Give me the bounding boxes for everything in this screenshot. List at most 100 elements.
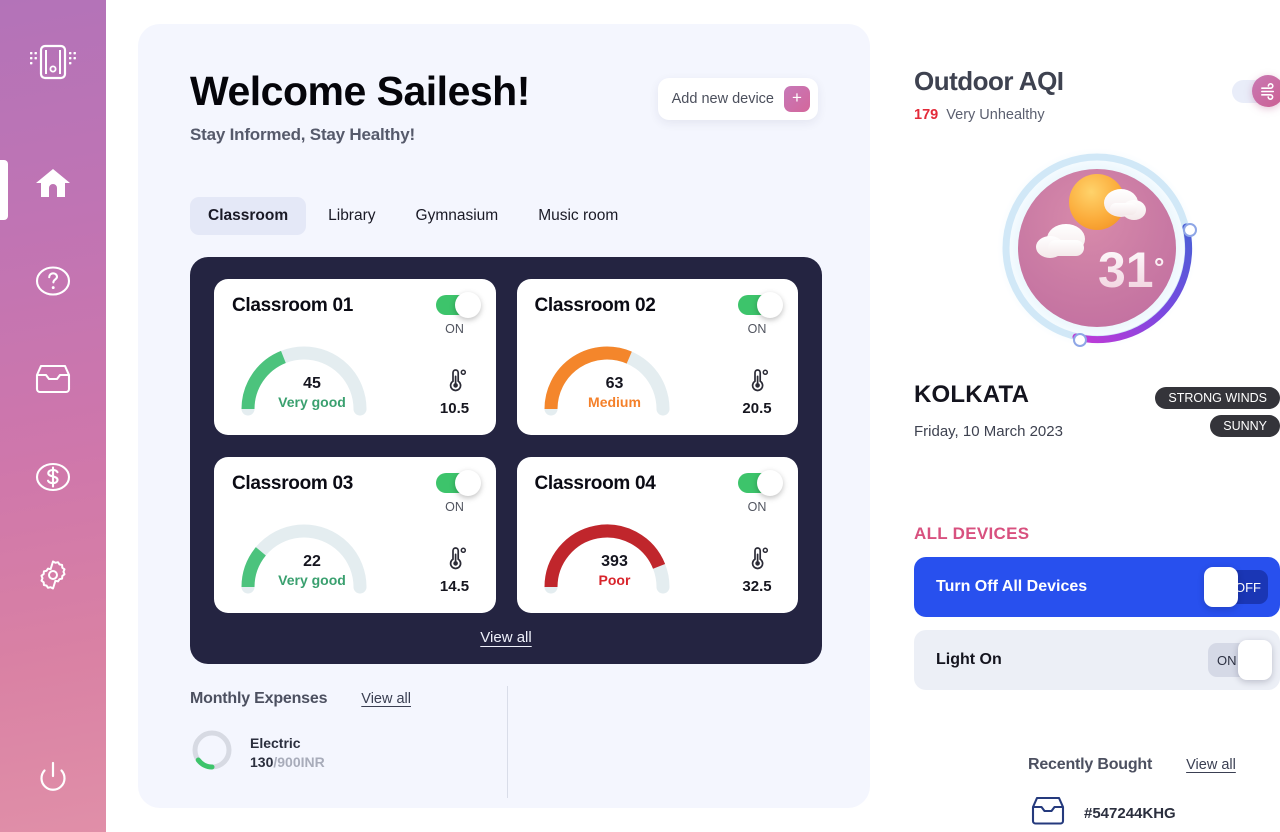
weather-chip-strong-winds: STRONG WINDS bbox=[1155, 387, 1280, 409]
device-label-light-on: Light On bbox=[936, 651, 1002, 668]
room-tabs: Classroom Library Gymnasium Music room bbox=[190, 197, 818, 236]
room-aqi-readout: 45 Very good bbox=[232, 375, 392, 410]
location-row: KOLKATA Friday, 10 March 2023 STRONG WIN… bbox=[914, 381, 1280, 440]
rooms-card: Classroom 01 ON 10.5 45 Very good Classr… bbox=[190, 257, 822, 665]
room-card[interactable]: Classroom 02 ON 20.5 63 Medium bbox=[516, 279, 798, 436]
room-power-toggle[interactable] bbox=[738, 292, 783, 319]
home-icon bbox=[34, 167, 72, 204]
room-aqi-status: Poor bbox=[598, 572, 631, 589]
add-new-device-label: Add new device bbox=[671, 91, 774, 107]
outdoor-aqi-title: Outdoor AQI bbox=[914, 66, 1064, 96]
room-temperature-value: 32.5 bbox=[742, 578, 772, 596]
weather-date: Friday, 10 March 2023 bbox=[914, 423, 1063, 440]
monthly-expenses-title: Monthly Expenses bbox=[190, 690, 328, 708]
toggle-knob bbox=[757, 292, 783, 319]
monthly-expenses-widget: Monthly Expenses View all Electric 130/9… bbox=[190, 690, 504, 777]
light-on-toggle[interactable]: ON bbox=[1208, 640, 1272, 680]
power-icon bbox=[32, 761, 74, 803]
inbox-tray-icon bbox=[33, 363, 73, 400]
room-power-toggle-wrap: ON bbox=[732, 292, 783, 336]
wind-toggle[interactable] bbox=[1232, 75, 1280, 107]
room-power-toggle-wrap: ON bbox=[430, 470, 481, 515]
toggle-knob bbox=[454, 470, 481, 497]
outdoor-aqi-header: Outdoor AQI 179 Very Unhealthy bbox=[914, 66, 1280, 123]
add-new-device-button[interactable]: Add new device + bbox=[657, 78, 818, 120]
device-card-turn-off-all[interactable]: Turn Off All Devices OFF bbox=[914, 557, 1280, 617]
air-purifier-logo-icon bbox=[25, 36, 81, 95]
rooms-view-all-link[interactable]: View all bbox=[214, 629, 798, 648]
room-power-toggle[interactable] bbox=[435, 470, 481, 497]
tab-music-room[interactable]: Music room bbox=[520, 197, 636, 235]
room-aqi-status: Very good bbox=[278, 572, 346, 589]
bottom-widgets: Monthly Expenses View all Electric 130/9… bbox=[190, 686, 1236, 825]
thermometer-icon bbox=[744, 369, 770, 397]
gear-icon bbox=[34, 556, 72, 599]
turn-off-all-devices-state: OFF bbox=[1235, 579, 1261, 595]
device-label-turn-off-all: Turn Off All Devices bbox=[936, 578, 1088, 595]
turn-off-all-devices-toggle[interactable]: OFF bbox=[1204, 567, 1268, 607]
room-card[interactable]: Classroom 03 ON 14.5 22 Very good bbox=[214, 457, 496, 614]
room-aqi-gauge: 22 Very good bbox=[232, 515, 392, 607]
room-power-state: ON bbox=[445, 322, 464, 337]
widgets-divider bbox=[507, 686, 508, 799]
room-aqi-readout: 63 Medium bbox=[535, 375, 695, 410]
sidebar-item-inbox[interactable] bbox=[29, 357, 77, 405]
tab-library[interactable]: Library bbox=[310, 197, 393, 235]
sidebar-item-help[interactable] bbox=[29, 259, 77, 307]
weather-widget: 31 ° bbox=[994, 145, 1200, 351]
expense-spent: 130 bbox=[250, 754, 274, 771]
sidebar-item-home[interactable] bbox=[29, 161, 77, 209]
thermometer-icon bbox=[744, 547, 770, 575]
room-power-state: ON bbox=[747, 500, 767, 515]
room-temperature: 14.5 bbox=[426, 545, 484, 595]
tab-classroom[interactable]: Classroom bbox=[190, 197, 307, 236]
room-aqi-gauge: 393 Poor bbox=[535, 515, 695, 607]
monthly-expenses-view-all-link[interactable]: View all bbox=[361, 691, 411, 707]
dollar-coin-icon bbox=[34, 459, 72, 500]
outdoor-aqi-value: 179 bbox=[914, 107, 939, 123]
room-aqi-gauge: 63 Medium bbox=[535, 337, 695, 429]
room-aqi-value: 393 bbox=[601, 553, 628, 571]
expense-details: Electric 130/900INR bbox=[250, 735, 325, 770]
thermometer-icon bbox=[442, 547, 468, 575]
room-aqi-value: 22 bbox=[303, 553, 321, 571]
right-panel: Outdoor AQI 179 Very Unhealthy 31 ° KOLK… bbox=[914, 0, 1280, 832]
room-aqi-readout: 393 Poor bbox=[535, 553, 695, 588]
room-aqi-readout: 22 Very good bbox=[232, 553, 392, 588]
toggle-knob bbox=[757, 470, 783, 497]
room-card[interactable]: Classroom 04 ON 32.5 393 Poor bbox=[516, 457, 798, 614]
device-card-light-on[interactable]: Light On ON bbox=[914, 630, 1280, 690]
room-power-state: ON bbox=[445, 500, 464, 515]
room-aqi-gauge: 45 Very good bbox=[232, 337, 392, 429]
expense-amount: 130/900INR bbox=[250, 754, 325, 770]
room-power-toggle[interactable] bbox=[738, 470, 783, 497]
room-power-toggle[interactable] bbox=[435, 292, 481, 319]
plus-icon[interactable]: + bbox=[784, 86, 810, 112]
main-area: Welcome Sailesh! Stay Informed, Stay Hea… bbox=[106, 0, 1280, 832]
room-aqi-status: Very good bbox=[278, 394, 346, 411]
outdoor-aqi-info: Outdoor AQI 179 Very Unhealthy bbox=[914, 66, 1064, 123]
room-temperature: 10.5 bbox=[426, 367, 484, 417]
room-temperature: 32.5 bbox=[728, 545, 786, 595]
toggle-knob bbox=[1204, 567, 1238, 607]
room-power-toggle-wrap: ON bbox=[430, 292, 481, 337]
welcome-row: Welcome Sailesh! Stay Informed, Stay Hea… bbox=[190, 68, 818, 145]
power-button[interactable] bbox=[32, 757, 74, 804]
svg-text:31: 31 bbox=[1098, 242, 1154, 298]
room-temperature: 20.5 bbox=[728, 367, 786, 417]
expense-total: /900INR bbox=[273, 754, 325, 771]
toggle-knob bbox=[454, 292, 481, 319]
room-temperature-value: 10.5 bbox=[439, 400, 470, 418]
page-title: Welcome Sailesh! bbox=[190, 68, 530, 114]
room-card[interactable]: Classroom 01 ON 10.5 45 Very good bbox=[214, 279, 496, 436]
sidebar-item-billing[interactable] bbox=[29, 455, 77, 503]
tab-gymnasium[interactable]: Gymnasium bbox=[398, 197, 517, 235]
all-devices-title: ALL DEVICES bbox=[914, 524, 1030, 543]
room-temperature-value: 14.5 bbox=[439, 578, 470, 596]
weather-chips: STRONG WINDS SUNNY bbox=[1155, 387, 1280, 437]
outdoor-aqi-status: Very Unhealthy bbox=[946, 107, 1045, 123]
room-aqi-value: 63 bbox=[605, 375, 624, 393]
page-subtitle: Stay Informed, Stay Healthy! bbox=[190, 125, 415, 145]
room-temperature-value: 20.5 bbox=[742, 400, 772, 418]
sidebar-item-settings[interactable] bbox=[29, 553, 77, 601]
